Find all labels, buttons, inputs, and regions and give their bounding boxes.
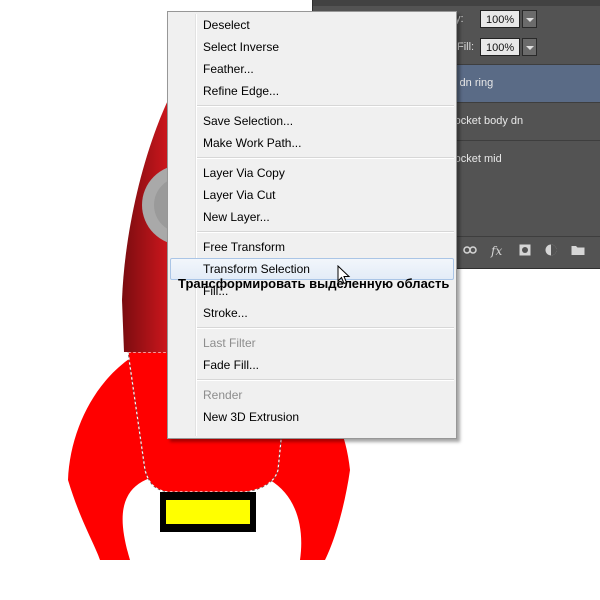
menu-separator — [197, 327, 454, 329]
menu-item-make-work-path[interactable]: Make Work Path... — [170, 132, 454, 154]
layer-name: y dn ring — [451, 77, 494, 89]
menu-item-layer-via-copy[interactable]: Layer Via Copy — [170, 162, 454, 184]
menu-item-new-3d-extrusion[interactable]: New 3D Extrusion — [170, 406, 454, 428]
menu-item-deselect[interactable]: Deselect — [170, 14, 454, 36]
menu-item-render: Render — [203, 388, 243, 402]
layer-name: rocket body dn — [451, 115, 524, 127]
menu-item-stroke[interactable]: Stroke... — [170, 302, 454, 324]
menu-item-refine-edge[interactable]: Refine Edge... — [170, 80, 454, 102]
fill-dropdown-button[interactable] — [522, 38, 537, 56]
menu-separator — [197, 379, 454, 381]
menu-item-save-selection[interactable]: Save Selection... — [170, 110, 454, 132]
menu-item-last-filter: Last Filter — [203, 336, 256, 350]
adjustment-icon[interactable] — [545, 244, 557, 259]
mask-icon[interactable] — [519, 244, 531, 259]
fill-input[interactable]: 100% — [480, 38, 520, 56]
menu-item-new-layer[interactable]: New Layer... — [170, 206, 454, 228]
menu-item-free-transform[interactable]: Free Transform — [170, 236, 454, 258]
menu-item-layer-via-cut[interactable]: Layer Via Cut — [170, 184, 454, 206]
fill-label: Fill: — [457, 41, 475, 53]
menu-item-select-inverse[interactable]: Select Inverse — [170, 36, 454, 58]
menu-separator — [197, 231, 454, 233]
tooltip: Трансформировать выделенную область — [178, 276, 450, 291]
mouse-cursor-icon — [337, 265, 351, 285]
fx-icon[interactable]: fx — [491, 244, 502, 258]
folder-icon[interactable] — [571, 244, 585, 259]
opacity-dropdown-button[interactable] — [522, 10, 537, 28]
menu-separator — [197, 157, 454, 159]
menu-item-fade-fill[interactable]: Fade Fill... — [170, 354, 454, 376]
layer-name: rocket mid — [451, 153, 502, 165]
menu-separator — [197, 105, 454, 107]
menu-item-feather[interactable]: Feather... — [170, 58, 454, 80]
nozzle-yellow — [166, 500, 250, 524]
opacity-input[interactable]: 100% — [480, 10, 520, 28]
link-icon[interactable] — [463, 244, 477, 259]
context-menu: Deselect Select Inverse Feather... Refine E… — [167, 11, 457, 439]
